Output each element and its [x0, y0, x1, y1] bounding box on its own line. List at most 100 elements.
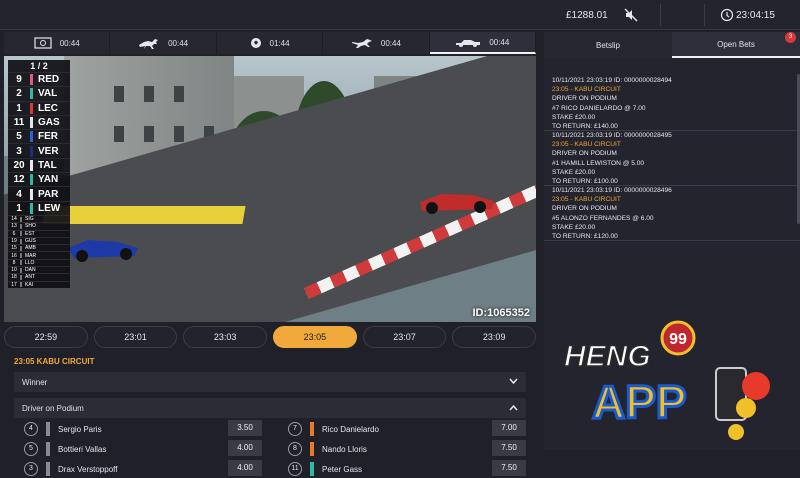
bet-header: 10/11/2021 23:03:19 ID: 0000000028495 [552, 132, 672, 139]
race-time-button[interactable]: 22:59 [4, 326, 88, 348]
chevron-up-icon [509, 404, 518, 411]
standings-code: SIG [25, 216, 34, 223]
tab-horse-racing[interactable]: 00:44 [110, 32, 217, 54]
standings-code: ANT [25, 274, 35, 281]
standings-pos: 1 [16, 102, 22, 114]
f1-car-icon [456, 40, 481, 47]
tab-time: 00:44 [168, 38, 189, 48]
tab-time: 01:44 [269, 38, 290, 48]
tab-greyhounds[interactable]: 00:44 [323, 32, 430, 54]
selection-row: 4 Sergio Paris 3.50 7 Rico Danielardo 7.00 [14, 420, 526, 438]
tab-virtual[interactable]: 00:44 [4, 32, 111, 54]
runner-number: 3 [24, 462, 38, 476]
standings-code: YAN [38, 174, 59, 186]
mute-icon[interactable] [624, 8, 638, 22]
standings-pos: 20 [13, 159, 25, 171]
open-bets-badge: 3 [785, 32, 796, 43]
runner-number: 8 [288, 442, 302, 456]
bet-market: DRIVER ON PODIUM [552, 150, 617, 158]
standings-panel: 1 / 2 9 RED 2 VAL 1 LEC 11 GAS 5 FER 3 VER 20 TAL 12 YA… [8, 60, 70, 288]
selection: 5 Bottieri Vallas 4.00 [14, 440, 262, 458]
standings-pos: 3 [16, 145, 22, 157]
selection-row: 3 Drax Verstoppoff 4.00 11 Peter Gass 7.50 [14, 460, 526, 478]
market-driver-on-podium[interactable]: Driver on Podium [14, 398, 526, 418]
runner-number: 4 [24, 422, 38, 436]
standings-pos: 2 [16, 88, 22, 100]
odds-button[interactable]: 7.00 [492, 420, 526, 436]
team-color [30, 102, 33, 114]
team-color [20, 253, 22, 259]
standings-pos: 19 [11, 238, 17, 244]
team-color [20, 267, 22, 273]
standings-row: 8 LLO [8, 258, 70, 266]
standings-code: FER [38, 131, 58, 143]
bet-header: 10/11/2021 23:03:19 ID: 0000000028494 [552, 77, 672, 84]
standings-pos: 9 [16, 74, 22, 86]
standings-code: KAI [25, 281, 34, 288]
team-color [30, 159, 33, 171]
bet-pick: #5 ALONZO FERNANDES @ 6.00 [552, 214, 654, 222]
tab-open-bets[interactable]: Open Bets 3 [672, 32, 800, 58]
runner-name: Peter Gass [322, 465, 363, 474]
bet-return: TO RETURN: £100.00 [552, 178, 618, 186]
odds-button[interactable]: 7.50 [492, 460, 526, 476]
odds-button[interactable]: 4.00 [228, 460, 262, 476]
tab-football[interactable]: 01:44 [217, 32, 324, 54]
selection: 11 Peter Gass 7.50 [278, 460, 526, 478]
team-color [30, 131, 33, 143]
open-bet[interactable]: 10/11/2021 23:03:19 ID: 0000000028496 23:… [544, 186, 800, 241]
team-color [30, 174, 33, 186]
red-car [420, 194, 494, 214]
race-time-button[interactable]: 23:01 [93, 326, 178, 348]
standings-pos: 14 [11, 216, 17, 223]
standings-row: 5 FER [8, 129, 70, 143]
horse-icon [139, 39, 159, 49]
standings-pos: 6 [12, 230, 16, 237]
tab-time: 00:44 [380, 38, 401, 48]
tab-motor-racing[interactable]: 00:44 [429, 32, 537, 54]
race-time-button[interactable]: 23:03 [183, 326, 268, 348]
logo-app: APP [592, 376, 687, 428]
coin-icon [728, 424, 744, 440]
standings-code: MAR [25, 252, 37, 259]
standings-code: VER [38, 145, 59, 157]
bet-race: 23:05 - KABU CIRCUIT [552, 196, 621, 204]
video-window [144, 86, 154, 102]
odds-button[interactable]: 4.00 [228, 440, 262, 456]
race-time-button[interactable]: 23:07 [362, 326, 447, 348]
open-bet[interactable]: 10/11/2021 23:03:19 ID: 0000000028495 23:… [544, 131, 800, 186]
odds-button[interactable]: 7.50 [492, 440, 526, 456]
race-time-button[interactable]: 23:05 [273, 326, 357, 348]
standings-code: SHO [25, 223, 36, 230]
sport-tabs: 00:44 00:44 01:44 00:44 00:44 [4, 32, 537, 54]
team-color [30, 74, 33, 86]
clock-time: 23:04:15 [736, 10, 775, 21]
standings-code: LEW [38, 202, 61, 214]
standings-row: 9 RED [8, 72, 70, 86]
team-color [30, 145, 33, 157]
standings-pos: 4 [16, 188, 22, 200]
bet-header: 10/11/2021 23:03:19 ID: 0000000028496 [552, 187, 672, 194]
video-window [114, 126, 124, 142]
video-window [114, 86, 124, 102]
standings-code: LLO [25, 259, 35, 266]
open-bet[interactable]: 10/11/2021 23:03:19 ID: 0000000028494 23:… [544, 76, 800, 131]
team-color [20, 260, 22, 266]
odds-button[interactable]: 3.50 [228, 420, 262, 436]
market-winner[interactable]: Winner [14, 372, 526, 392]
standings-row: 3 VER [8, 143, 70, 157]
selection: 3 Drax Verstoppoff 4.00 [14, 460, 262, 478]
blue-car [68, 240, 138, 262]
runner-color [46, 462, 50, 476]
bet-return: TO RETURN: £120.00 [552, 233, 618, 241]
team-color [20, 245, 22, 251]
standings-row: 17 KAI [8, 280, 70, 288]
race-video[interactable]: 1 / 2 9 RED 2 VAL 1 LEC 11 GAS 5 FER 3 VER 20 TAL 12 YA… [4, 56, 536, 322]
standings-pos: 15 [11, 245, 17, 252]
tab-betslip[interactable]: Betslip [544, 32, 672, 58]
runner-color [46, 422, 50, 436]
runner-number: 7 [288, 422, 302, 436]
divider [660, 4, 661, 26]
race-time-button[interactable]: 23:09 [452, 326, 537, 348]
standings-pos: 13 [11, 223, 17, 230]
